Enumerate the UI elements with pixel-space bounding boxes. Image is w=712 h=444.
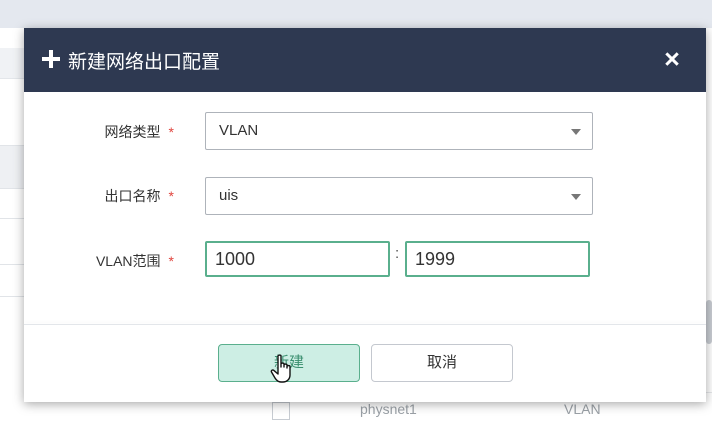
vlan-range-label-text: VLAN范围 bbox=[95, 253, 161, 269]
table-cell-name: physnet1 bbox=[360, 401, 417, 417]
new-network-exit-dialog: 新建网络出口配置 × 网络类型 * VLAN 出口名称 * uis VLAN范围 * … bbox=[24, 28, 706, 402]
exit-name-label: 出口名称 * bbox=[24, 186, 174, 206]
required-mark: * bbox=[168, 124, 174, 140]
background-row-strip bbox=[0, 145, 24, 189]
network-type-select[interactable]: VLAN bbox=[205, 112, 593, 150]
background-divider bbox=[0, 218, 24, 219]
vlan-range-label: VLAN范围 * bbox=[24, 251, 174, 271]
chevron-down-icon bbox=[571, 129, 581, 135]
range-separator: : bbox=[395, 245, 400, 262]
table-cell-type: VLAN bbox=[564, 401, 601, 417]
dialog-header: 新建网络出口配置 × bbox=[24, 28, 706, 92]
background-divider bbox=[0, 296, 24, 297]
page-scrollbar[interactable] bbox=[706, 300, 712, 344]
background-row-strip bbox=[0, 48, 24, 79]
network-type-label-text: 网络类型 bbox=[104, 124, 161, 140]
plus-icon bbox=[42, 50, 60, 68]
hand-pointer-icon bbox=[270, 354, 291, 383]
vlan-range-start-input[interactable] bbox=[205, 241, 390, 277]
background-divider bbox=[0, 264, 24, 265]
vlan-range-end-input[interactable] bbox=[405, 241, 590, 277]
exit-name-value: uis bbox=[219, 187, 239, 204]
required-mark: * bbox=[168, 188, 174, 204]
page-header-strip bbox=[0, 0, 712, 28]
required-mark: * bbox=[168, 253, 174, 269]
network-type-value: VLAN bbox=[219, 122, 259, 139]
chevron-down-icon bbox=[571, 194, 581, 200]
dialog-title: 新建网络出口配置 bbox=[68, 52, 221, 73]
exit-name-label-text: 出口名称 bbox=[104, 188, 161, 204]
close-icon[interactable]: × bbox=[658, 44, 686, 74]
footer-divider bbox=[24, 324, 706, 325]
exit-name-select[interactable]: uis bbox=[205, 177, 593, 215]
row-checkbox[interactable] bbox=[272, 402, 290, 420]
network-type-label: 网络类型 * bbox=[24, 122, 174, 142]
cancel-button[interactable]: 取消 bbox=[371, 344, 513, 382]
